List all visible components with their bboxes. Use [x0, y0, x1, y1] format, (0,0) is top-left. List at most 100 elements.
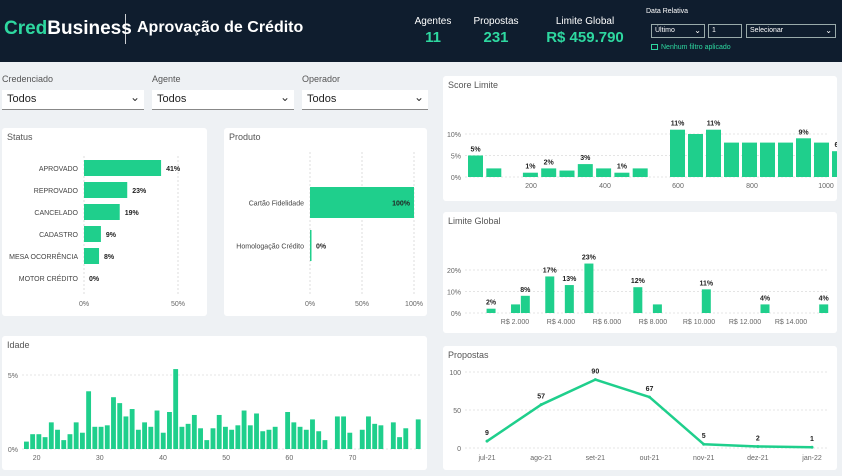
- kpi-agentes: Agentes 11: [409, 16, 457, 46]
- filter-status: Nenhum filtro aplicado: [651, 44, 731, 51]
- propostas-y-tick: 0: [457, 446, 461, 453]
- propostas-data-label: 2: [756, 435, 760, 442]
- idade-bar: [303, 429, 309, 449]
- idade-bar: [390, 422, 396, 449]
- idade-bar: [235, 425, 241, 449]
- score-bar: [814, 142, 829, 177]
- propostas-point: [539, 403, 543, 407]
- score-data-label: 1%: [617, 164, 628, 171]
- idade-x-tick: 50: [222, 455, 230, 462]
- limite-bar: [520, 295, 530, 313]
- propostas-x-tick: dez-21: [747, 455, 769, 462]
- slicer-agente-value: Todos: [157, 93, 187, 105]
- propostas-chart-title: Propostas: [448, 350, 489, 360]
- produto-card: Produto 0% 50% 100% Cartão Fidelidade 100% Ho…: [224, 128, 427, 316]
- idade-bar: [98, 426, 104, 449]
- idade-y-tick: 0%: [8, 447, 18, 454]
- propostas-x-tick: jan-22: [801, 455, 822, 462]
- score-bar: [541, 168, 557, 177]
- score-y-tick: 0%: [451, 175, 461, 182]
- score-bar: [706, 129, 721, 177]
- propostas-x-tick: ago-21: [530, 455, 552, 462]
- produto-x-tick: 100%: [405, 301, 423, 308]
- date-unit-dropdown[interactable]: Selecionar ⌄: [746, 24, 836, 38]
- idade-bar: [403, 428, 409, 449]
- limite-data-label: 17%: [543, 267, 558, 274]
- status-data-label: 41%: [166, 166, 181, 173]
- idade-bar: [148, 426, 154, 449]
- status-x-tick: 0%: [79, 301, 89, 308]
- idade-bar: [117, 403, 123, 449]
- status-card: Status 0% 50% APROVADO 41% REPROVADO 23% CANCE…: [2, 128, 207, 316]
- limite-bar: [819, 304, 829, 313]
- status-data-label: 23%: [132, 188, 147, 195]
- idade-bar: [55, 429, 60, 449]
- propostas-point: [756, 444, 760, 448]
- limite-y-tick: 10%: [447, 290, 461, 297]
- idade-bar: [142, 422, 148, 449]
- limite-x-tick: R$ 6.000: [593, 319, 622, 326]
- propostas-y-tick: 50: [453, 408, 461, 415]
- score-data-label: 9%: [798, 129, 809, 136]
- kpi-propostas-value: 231: [483, 29, 509, 46]
- status-x-tick: 50%: [171, 301, 185, 308]
- propostas-point: [485, 439, 489, 443]
- limite-chart: 0% 10% 20% 2% 8% 17% 13% 23% 12% 11% 4% 4% R$ 2.000 R…: [447, 255, 830, 326]
- idade-bar: [61, 440, 67, 449]
- score-bar: [832, 151, 842, 177]
- idade-bar: [73, 422, 79, 449]
- score-chart: 0% 5% 10% 5% 1% 2% 3% 1% 11% 11% 9% 6% 200 400 600 800 1…: [447, 121, 842, 190]
- idade-bar: [378, 425, 384, 449]
- idade-x-tick: 20: [33, 455, 41, 462]
- slicer-credenciado-dropdown[interactable]: Todos ⌄: [2, 90, 144, 110]
- limite-bar: [701, 289, 711, 313]
- propostas-point: [593, 378, 597, 382]
- score-x-tick: 200: [525, 183, 537, 190]
- idade-bar: [42, 437, 48, 449]
- slicer-agente-dropdown[interactable]: Todos ⌄: [152, 90, 294, 110]
- score-x-tick: 800: [746, 183, 758, 190]
- limite-x-tick: R$ 8.000: [639, 319, 668, 326]
- propostas-y-tick: 100: [449, 370, 461, 377]
- idade-chart-title: Idade: [7, 340, 30, 350]
- limite-x-tick: R$ 2.000: [501, 319, 530, 326]
- slicer-operador-value: Todos: [307, 93, 337, 105]
- idade-bar: [154, 410, 160, 449]
- score-bar: [614, 172, 630, 177]
- idade-bar: [204, 440, 210, 449]
- propostas-data-label: 9: [485, 430, 489, 437]
- score-bar: [760, 142, 775, 177]
- propostas-data-label: 90: [591, 369, 599, 376]
- idade-bar: [254, 413, 259, 449]
- idade-bar: [185, 423, 191, 449]
- produto-x-tick: 50%: [355, 301, 369, 308]
- idade-bar: [415, 419, 421, 449]
- date-number-input[interactable]: 1: [708, 24, 742, 38]
- limite-x-tick: R$ 10.000: [683, 319, 715, 326]
- score-bar: [577, 164, 593, 177]
- score-bar: [778, 142, 793, 177]
- limite-y-tick: 0%: [451, 311, 461, 318]
- propostas-point: [648, 395, 651, 399]
- status-category-label: MOTOR CRÉDITO: [19, 274, 79, 283]
- propostas-data-label: 1: [810, 436, 814, 443]
- idade-x-tick: 60: [285, 455, 293, 462]
- produto-x-tick: 0%: [305, 301, 315, 308]
- limite-bar: [511, 304, 521, 313]
- produto-category-label: Cartão Fidelidade: [249, 201, 304, 208]
- limite-bar: [652, 304, 662, 313]
- kpi-limite-global-label: Limite Global: [555, 16, 615, 27]
- date-period-dropdown[interactable]: Último ⌄: [651, 24, 705, 38]
- limite-bar: [584, 263, 594, 313]
- slicer-operador-label: Operador: [302, 74, 341, 84]
- page-title: Aprovação de Crédito: [137, 19, 304, 36]
- status-category-label: REPROVADO: [34, 188, 79, 195]
- score-data-label: 3%: [580, 155, 591, 162]
- score-bar: [688, 134, 703, 177]
- idade-bar: [334, 416, 340, 449]
- limite-card: Limite Global 0% 10% 20% 2% 8% 17% 13% 23% 12% 11…: [443, 212, 837, 333]
- propostas-x-tick: out-21: [640, 455, 660, 462]
- date-unit-placeholder: Selecionar: [750, 27, 784, 34]
- propostas-point: [702, 442, 706, 446]
- slicer-operador-dropdown[interactable]: Todos ⌄: [302, 90, 428, 110]
